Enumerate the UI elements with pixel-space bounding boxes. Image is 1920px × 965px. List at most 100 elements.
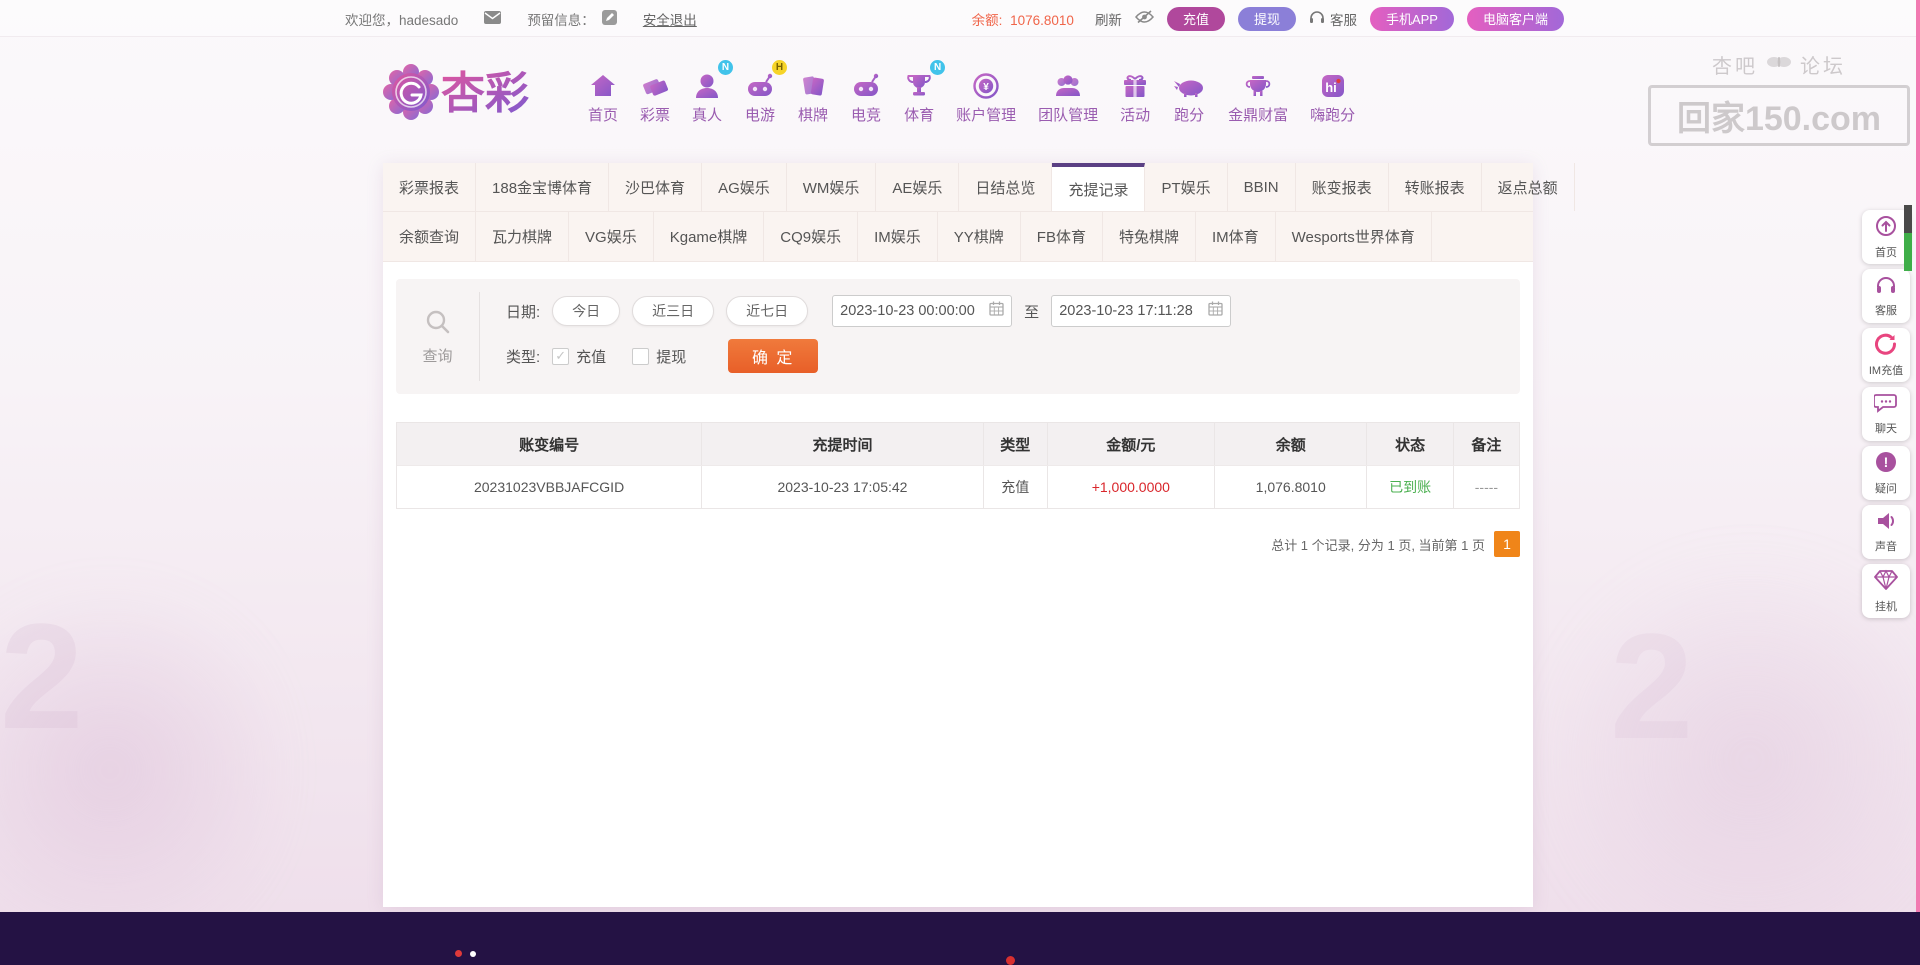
tab-ag[interactable]: AG娱乐 [702, 163, 787, 211]
tab-wali[interactable]: 瓦力棋牌 [476, 212, 569, 261]
nav-item-lottery[interactable]: 彩票 [629, 63, 681, 125]
watermark-text-right: 论坛 [1800, 50, 1846, 79]
tab-im-yule[interactable]: IM娱乐 [858, 212, 938, 261]
nav-label: 活动 [1120, 104, 1150, 125]
nav-label: 电竞 [851, 104, 881, 125]
tab-chongti-jilu-active[interactable]: 充提记录 [1052, 163, 1145, 211]
sidebar-item-top[interactable]: 首页 [1862, 210, 1910, 264]
tab-zhuanzhang[interactable]: 转账报表 [1389, 163, 1482, 211]
tab-cq9[interactable]: CQ9娱乐 [764, 212, 858, 261]
new-badge: N [930, 60, 945, 75]
withdraw-button[interactable]: 提现 [1238, 7, 1296, 31]
tab-fb[interactable]: FB体育 [1021, 212, 1103, 261]
recharge-button[interactable]: 充值 [1167, 7, 1225, 31]
date-to-input[interactable] [1051, 295, 1231, 327]
tab-zhangbian[interactable]: 账变报表 [1296, 163, 1389, 211]
pc-client-button[interactable]: 电脑客户端 [1467, 7, 1564, 31]
pagination-summary: 总计 1 个记录, 分为 1 页, 当前第 1 页 [1271, 535, 1485, 554]
nav-item-boardgames[interactable]: 棋牌 [787, 63, 839, 125]
tab-bbin[interactable]: BBIN [1228, 163, 1296, 211]
tab-row-1: 彩票报表 188金宝博体育 沙巴体育 AG娱乐 WM娱乐 AE娱乐 日结总览 充… [383, 163, 1533, 212]
edit-icon[interactable] [602, 10, 617, 28]
tab-rijie[interactable]: 日结总览 [959, 163, 1052, 211]
nav-item-sports[interactable]: N 体育 [893, 63, 945, 125]
records-table: 账变编号 充提时间 类型 金额/元 余额 状态 备注 20231023VBBJA… [396, 422, 1520, 509]
col-header-balance: 余额 [1215, 423, 1368, 465]
nav-item-esports[interactable]: 电竞 [839, 63, 893, 125]
cards-icon [798, 63, 828, 101]
nav-item-jinding[interactable]: 金鼎财富 [1217, 63, 1299, 125]
eye-off-icon[interactable] [1135, 10, 1154, 27]
recharge-checkbox[interactable]: ✓ [552, 348, 569, 365]
customer-service[interactable]: 客服 [1309, 9, 1357, 29]
logout-link[interactable]: 安全退出 [643, 9, 697, 29]
date-from-value[interactable] [840, 303, 988, 319]
sidebar-item-sound[interactable]: 声音 [1862, 505, 1910, 559]
mail-icon[interactable] [484, 11, 501, 27]
nav-label: 团队管理 [1038, 104, 1098, 125]
scrollbar-track[interactable] [1904, 205, 1912, 271]
watermark-text-left: 杏吧 [1712, 50, 1758, 79]
tab-shaba-sports[interactable]: 沙巴体育 [609, 163, 702, 211]
date-label: 日期: [506, 301, 540, 322]
sidebar-item-guaji[interactable]: 挂机 [1862, 564, 1910, 618]
last3days-pill[interactable]: 近三日 [632, 296, 714, 326]
cell-note: ----- [1454, 466, 1519, 508]
filter-panel: 查询 日期: 今日 近三日 近七日 至 [396, 279, 1520, 394]
date-from-input[interactable] [832, 295, 1012, 327]
sidebar-label: IM充值 [1869, 362, 1903, 378]
withdraw-checkbox[interactable] [632, 348, 649, 365]
nav-item-account[interactable]: ¥ 账户管理 [945, 63, 1027, 125]
nav-item-team[interactable]: 团队管理 [1027, 63, 1109, 125]
cell-time: 2023-10-23 17:05:42 [702, 466, 984, 508]
nav-label: 彩票 [640, 104, 670, 125]
nav-item-activity[interactable]: 活动 [1109, 63, 1161, 125]
confirm-button[interactable]: 确 定 [728, 339, 818, 373]
hot-badge: H [772, 60, 787, 75]
tab-fandian[interactable]: 返点总额 [1482, 163, 1575, 211]
nav-item-egames[interactable]: H 电游 [733, 63, 787, 125]
topbar-left: 欢迎您，hadesado 预留信息： 安全退出 [345, 0, 697, 37]
tab-wm[interactable]: WM娱乐 [787, 163, 877, 211]
cell-amount: +1,000.0000 [1048, 466, 1215, 508]
tab-188-sports[interactable]: 188金宝博体育 [476, 163, 609, 211]
nav-item-home[interactable]: 首页 [577, 63, 629, 125]
page-1-button[interactable]: 1 [1494, 531, 1520, 557]
tab-yy[interactable]: YY棋牌 [938, 212, 1021, 261]
nav-item-hipaofen[interactable]: hi 嗨跑分 [1299, 63, 1366, 125]
scrollbar-thumb[interactable] [1904, 233, 1912, 271]
tab-ae[interactable]: AE娱乐 [876, 163, 959, 211]
tab-caipiao-baobiao[interactable]: 彩票报表 [383, 163, 476, 211]
sidebar-item-question[interactable]: ! 疑问 [1862, 446, 1910, 500]
refresh-link[interactable]: 刷新 [1095, 9, 1122, 29]
topbar: 欢迎您，hadesado 预留信息： 安全退出 余额: 1076.8010 刷新… [0, 0, 1920, 37]
nav-label: 嗨跑分 [1310, 104, 1355, 125]
date-row: 日期: 今日 近三日 近七日 至 [506, 291, 1520, 331]
content-card: 彩票报表 188金宝博体育 沙巴体育 AG娱乐 WM娱乐 AE娱乐 日结总览 充… [383, 163, 1533, 907]
sidebar-item-im-recharge[interactable]: IM充值 [1862, 328, 1910, 382]
topbar-right: 余额: 1076.8010 刷新 充值 提现 客服 手机APP 电脑客户端 [972, 0, 1564, 37]
date-to-value[interactable] [1059, 303, 1207, 319]
today-pill[interactable]: 今日 [552, 296, 620, 326]
tab-im-tiyu[interactable]: IM体育 [1196, 212, 1276, 261]
tab-yue-chaxun[interactable]: 余额查询 [383, 212, 476, 261]
nav-item-paofen[interactable]: 跑分 [1161, 63, 1217, 125]
tab-pt[interactable]: PT娱乐 [1145, 163, 1227, 211]
site-logo[interactable]: 杏彩 [383, 64, 567, 125]
withdraw-checkbox-label[interactable]: 提现 [656, 346, 686, 367]
gift-icon [1120, 63, 1150, 101]
coin-icon: ¥ [971, 63, 1001, 101]
mobile-app-button[interactable]: 手机APP [1370, 7, 1454, 31]
tab-kgame[interactable]: Kgame棋牌 [654, 212, 765, 261]
nav-item-live[interactable]: N 真人 [681, 63, 733, 125]
tab-tetu[interactable]: 特兔棋牌 [1103, 212, 1196, 261]
last7days-pill[interactable]: 近七日 [726, 296, 808, 326]
tab-wesports[interactable]: Wesports世界体育 [1276, 212, 1432, 261]
tab-vg[interactable]: VG娱乐 [569, 212, 654, 261]
cell-id: 20231023VBBJAFCGID [397, 466, 702, 508]
home-icon [588, 63, 618, 101]
sidebar-item-chat[interactable]: 聊天 [1862, 387, 1910, 441]
recharge-checkbox-label[interactable]: 充值 [576, 346, 606, 367]
type-row: 类型: ✓ 充值 提现 确 定 [506, 336, 1520, 376]
sidebar-item-service[interactable]: 客服 [1862, 269, 1910, 323]
